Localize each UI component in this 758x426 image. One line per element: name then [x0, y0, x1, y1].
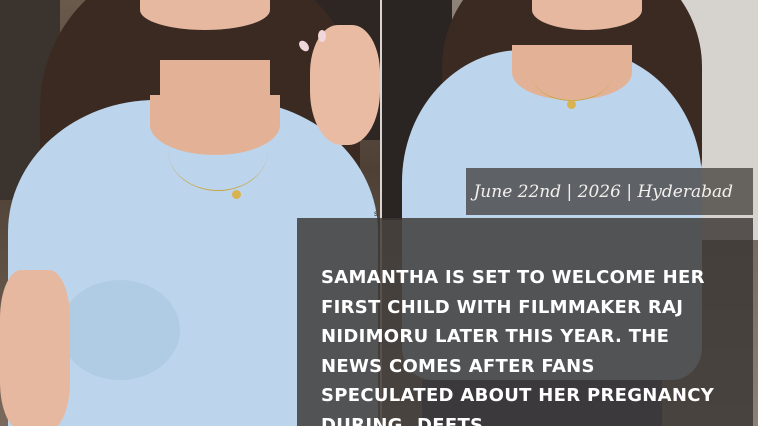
- necklace-pendant: [232, 190, 241, 199]
- necklace-pendant: [567, 100, 576, 109]
- date-location-text: June 22nd | 2026 | Hyderabad: [473, 181, 733, 202]
- date-location-banner: June 22nd | 2026 | Hyderabad: [466, 168, 753, 215]
- necklace: [532, 50, 612, 101]
- news-caption-text: SAMANTHA IS SET TO WELCOME HER FIRST CHI…: [321, 267, 715, 426]
- necklace: [168, 110, 268, 191]
- image-frame: s June 22nd | 2026 | Hyderabad SAMANTHA …: [0, 0, 758, 426]
- fingernail: [318, 30, 326, 42]
- news-caption-box: SAMANTHA IS SET TO WELCOME HER FIRST CHI…: [297, 218, 753, 426]
- left-arm: [0, 270, 70, 426]
- stray-character: s: [374, 209, 378, 218]
- shirt-shadow: [60, 280, 180, 380]
- raised-hand: [310, 25, 380, 145]
